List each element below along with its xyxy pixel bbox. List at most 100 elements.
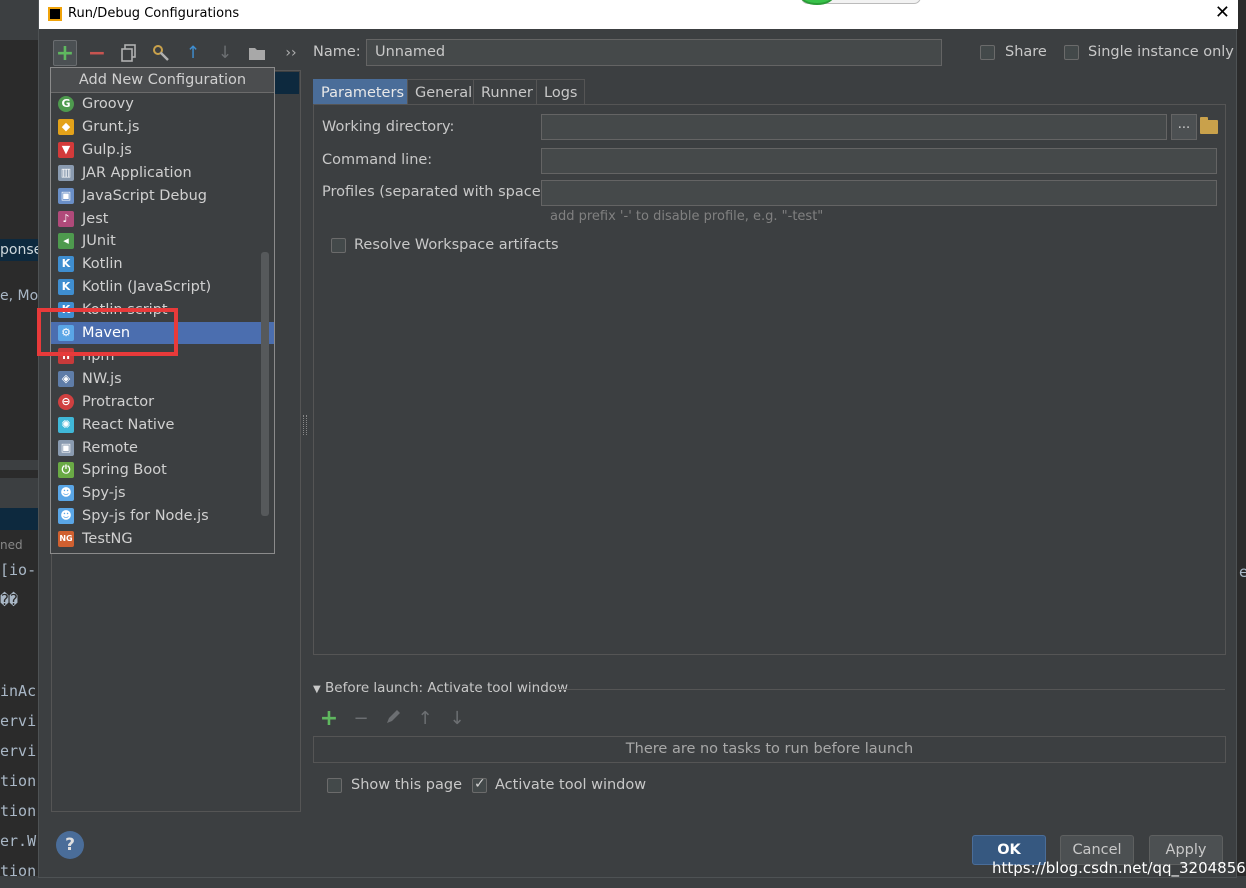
- popup-item-kotlin-javascript[interactable]: K Kotlin (JavaScript): [51, 276, 274, 298]
- popup-item-spy-js-for-node-js[interactable]: ☻ Spy-js for Node.js: [51, 505, 274, 527]
- popup-scrollbar[interactable]: [261, 252, 269, 516]
- edit-task-button[interactable]: [383, 709, 403, 729]
- before-launch-title: Before launch: Activate tool window: [325, 680, 569, 696]
- profiles-label: Profiles (separated with space):: [322, 184, 552, 200]
- move-down-button[interactable]: ↓: [213, 40, 237, 66]
- popup-header: Add New Configuration: [51, 68, 274, 93]
- groovy-icon: G: [58, 96, 74, 112]
- background-scrollbar: [0, 460, 38, 470]
- background-code-line: [io-: [0, 561, 37, 579]
- background-right-edge: e: [1237, 0, 1246, 888]
- popup-item-jest[interactable]: ♪ Jest: [51, 208, 274, 230]
- working-directory-input[interactable]: [541, 114, 1167, 140]
- tab-runner[interactable]: Runner: [473, 79, 541, 105]
- before-launch-tasks-list: There are no tasks to run before launch: [313, 736, 1226, 763]
- popup-item-label: Spy-js: [82, 485, 126, 502]
- background-widget: [800, 0, 921, 5]
- move-up-button[interactable]: ↑: [181, 40, 205, 66]
- popup-item-label: Protractor: [82, 393, 155, 410]
- background-text: e, Mo: [0, 288, 38, 304]
- popup-item-label: Maven: [82, 325, 131, 341]
- background-toolbar: [0, 0, 38, 40]
- jar-application-icon: ▥: [58, 164, 74, 181]
- working-directory-label: Working directory:: [322, 119, 455, 135]
- close-button[interactable]: ✕: [1215, 3, 1230, 23]
- remove-configuration-button[interactable]: −: [85, 40, 109, 66]
- popup-item-grunt-js[interactable]: ◆ Grunt.js: [51, 116, 274, 138]
- copy-icon: [121, 44, 136, 62]
- popup-item-label: Kotlin: [82, 256, 123, 273]
- popup-item-groovy[interactable]: G Groovy: [51, 93, 274, 115]
- activate-tool-window-checkbox[interactable]: [472, 776, 487, 793]
- help-button[interactable]: ?: [56, 831, 84, 859]
- popup-item-protractor[interactable]: ⊖ Protractor: [51, 391, 274, 413]
- move-task-down-button[interactable]: ↓: [447, 709, 467, 729]
- popup-item-javascript-debug[interactable]: ▣ JavaScript Debug: [51, 185, 274, 207]
- background-selection-2: [0, 508, 38, 530]
- popup-item-maven[interactable]: ⚙ Maven: [51, 322, 274, 344]
- popup-item-npm[interactable]: n npm: [51, 345, 274, 367]
- popup-item-label: Grunt.js: [82, 118, 140, 135]
- add-configuration-button[interactable]: +: [53, 40, 77, 66]
- popup-item-spy-js[interactable]: ☻ Spy-js: [51, 482, 274, 504]
- popup-item-kotlin[interactable]: K Kotlin: [51, 253, 274, 275]
- jest-icon: ♪: [58, 210, 74, 227]
- tab-logs[interactable]: Logs: [536, 79, 586, 105]
- maven-icon: ⚙: [58, 325, 74, 341]
- popup-item-spring-boot[interactable]: ⏻ Spring Boot: [51, 459, 274, 481]
- share-checkbox[interactable]: [980, 45, 995, 60]
- react-native-icon: ✺: [58, 416, 74, 433]
- pane-splitter[interactable]: [303, 415, 307, 435]
- title-bar: Run/Debug Configurations ✕: [39, 0, 1238, 29]
- command-line-label: Command line:: [322, 152, 433, 168]
- popup-item-testng[interactable]: NG TestNG: [51, 528, 274, 550]
- popup-item-gulp-js[interactable]: ▼ Gulp.js: [51, 139, 274, 161]
- folder-icon[interactable]: [1200, 117, 1218, 134]
- popup-item-label: Groovy: [82, 96, 134, 112]
- edit-defaults-button[interactable]: [149, 40, 173, 66]
- run-debug-configurations-dialog: Run/Debug Configurations ✕ + − ↑ ↓ ›› Ad…: [37, 0, 1238, 878]
- popup-item-nw-js[interactable]: ◈ NW.js: [51, 368, 274, 390]
- gulp-js-icon: ▼: [58, 141, 74, 158]
- watermark: https://blog.csdn.net/qq_32048567: [992, 859, 1246, 877]
- popup-item-label: npm: [82, 347, 115, 364]
- junit-icon: ◂: [58, 233, 74, 250]
- tree-selected-row[interactable]: [274, 72, 299, 94]
- copy-configuration-button[interactable]: [117, 40, 141, 66]
- popup-item-remote[interactable]: ▣ Remote: [51, 437, 274, 459]
- testng-icon: NG: [58, 531, 74, 548]
- popup-item-kotlin-script[interactable]: K Kotlin script: [51, 299, 274, 321]
- show-this-page-checkbox[interactable]: [327, 778, 342, 793]
- tab-parameters[interactable]: Parameters: [313, 79, 412, 105]
- remove-task-button[interactable]: −: [351, 709, 371, 729]
- profiles-input[interactable]: [541, 180, 1217, 206]
- move-task-up-button[interactable]: ↑: [415, 709, 435, 729]
- popup-item-junit[interactable]: ◂ JUnit: [51, 230, 274, 252]
- spy-js-icon: ☻: [58, 485, 74, 502]
- background-editor: ponse e, Mo ned [io- �� inAc ervi ervi tion ti…: [0, 0, 38, 888]
- resolve-workspace-checkbox[interactable]: [331, 238, 346, 253]
- spring-boot-icon: ⏻: [58, 462, 74, 479]
- popup-item-jar-application[interactable]: ▥ JAR Application: [51, 162, 274, 184]
- command-line-input[interactable]: [541, 148, 1217, 174]
- add-new-configuration-popup: Add New Configuration G Groovy ◆ Grunt.js ▼ G…: [50, 67, 275, 554]
- before-launch-header[interactable]: ▼ Before launch: Activate tool window: [313, 680, 568, 696]
- single-instance-checkbox[interactable]: [1064, 45, 1079, 60]
- popup-item-label: React Native: [82, 416, 175, 433]
- activate-tool-window-label: Activate tool window: [495, 777, 647, 793]
- browse-working-directory-button[interactable]: ...: [1171, 114, 1197, 140]
- nw-js-icon: ◈: [58, 370, 74, 387]
- tab-general[interactable]: General: [407, 79, 481, 105]
- popup-item-label: Spring Boot: [82, 462, 167, 479]
- name-input[interactable]: Unnamed: [366, 39, 942, 66]
- background-code-line: ervi: [0, 742, 37, 760]
- kotlin-script-icon: K: [58, 302, 74, 319]
- create-folder-button[interactable]: [245, 40, 269, 66]
- popup-item-label: Gulp.js: [82, 141, 132, 158]
- more-actions-button[interactable]: ››: [279, 40, 303, 66]
- collapse-triangle-icon: ▼: [313, 684, 321, 695]
- single-instance-label: Single instance only: [1088, 44, 1234, 60]
- add-task-button[interactable]: +: [319, 708, 339, 730]
- intellij-app-icon: [48, 7, 62, 21]
- popup-item-react-native[interactable]: ✺ React Native: [51, 414, 274, 436]
